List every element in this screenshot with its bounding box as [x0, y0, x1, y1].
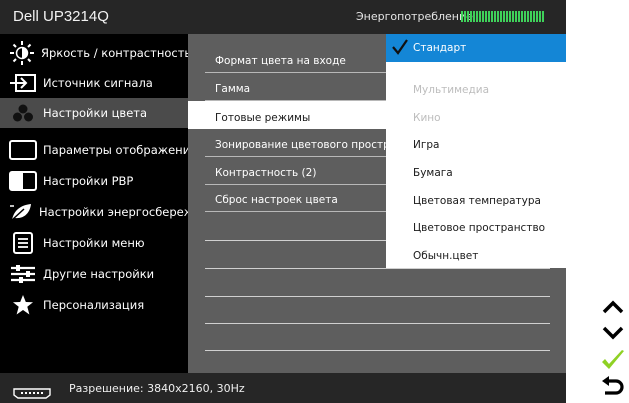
osd-header: Dell UP3214Q Энергопотребление	[0, 0, 566, 34]
sidebar-item-input-source[interactable]: Источник сигнала	[0, 68, 188, 98]
power-bar-segment	[494, 11, 496, 22]
input-source-icon	[9, 73, 37, 93]
brightness-icon	[9, 41, 35, 65]
pbp-icon	[9, 171, 37, 191]
power-bar-segment	[503, 11, 505, 22]
dropdown-item-label: Обычн.цвет	[413, 250, 479, 262]
submenu-item-label: Формат цвета на входе	[215, 55, 346, 67]
back-button[interactable]	[596, 375, 629, 402]
menu-icon	[9, 232, 37, 254]
display-port-icon	[13, 384, 51, 403]
power-bar-segment	[461, 11, 463, 22]
power-bar-segment	[491, 11, 493, 22]
dropdown-item-color-space[interactable]: Цветовое пространство	[386, 214, 566, 242]
sidebar-item-menu-settings[interactable]: Настройки меню	[0, 228, 188, 258]
up-button[interactable]	[596, 296, 629, 321]
chevron-up-icon	[601, 299, 625, 319]
sidebar-item-label: Параметры отображения	[43, 143, 198, 157]
divider	[205, 296, 550, 297]
power-bar-segment	[509, 11, 511, 22]
sidebar-item-label: Источник сигнала	[43, 76, 153, 90]
dropdown-item-label: Стандарт	[413, 42, 467, 54]
back-arrow-icon	[601, 375, 625, 402]
power-bar-segment	[512, 11, 514, 22]
power-bar-segment	[485, 11, 487, 22]
power-bar-segment	[479, 11, 481, 22]
submenu-item-label: Контрастность (2)	[215, 167, 317, 179]
power-bar-segment	[539, 11, 541, 22]
monitor-osd: Dell UP3214Q Энергопотребление Яркость /…	[0, 0, 566, 403]
power-bar-segment	[464, 11, 466, 22]
dropdown-item-custom-color[interactable]: Обычн.цвет	[386, 242, 566, 270]
power-bar-segment	[467, 11, 469, 22]
sidebar-item-brightness-contrast[interactable]: Яркость / контрастность	[0, 38, 192, 68]
star-icon	[9, 294, 37, 316]
submenu-item-label: Готовые режимы	[215, 112, 311, 124]
power-bar-segment	[518, 11, 520, 22]
resolution-text: Разрешение: 3840x2160, 30Hz	[69, 382, 245, 395]
dropdown-item-multimedia: Мультимедиа	[386, 76, 566, 104]
power-bar-segment	[524, 11, 526, 22]
display-icon	[9, 140, 37, 160]
sidebar-item-label: Яркость / контрастность	[41, 46, 192, 60]
dropdown-item-paper[interactable]: Бумага	[386, 159, 566, 187]
submenu-item-label: Гамма	[215, 83, 251, 95]
monitor-buttons	[596, 296, 629, 403]
sidebar-item-label: Персонализация	[43, 298, 145, 312]
submenu-item-label: Зонирование цветового простра	[215, 139, 397, 151]
power-bar-segment	[515, 11, 517, 22]
power-bar-segment	[482, 11, 484, 22]
dropdown-item-label: Игра	[413, 139, 440, 151]
sidebar-item-color-settings[interactable]: Настройки цвета	[0, 98, 188, 128]
power-bar-segment	[542, 11, 544, 22]
sidebar-item-energy-settings[interactable]: Настройки энергосбережения	[0, 197, 223, 227]
monitor-title: Dell UP3214Q	[13, 8, 109, 25]
dropdown-item-movie: Кино	[386, 104, 566, 132]
power-bar-segment	[521, 11, 523, 22]
dropdown-item-label: Цветовая температура	[413, 195, 541, 207]
power-bar-segment	[488, 11, 490, 22]
divider	[205, 323, 550, 324]
sidebar-item-label: Настройки меню	[43, 236, 145, 250]
dropdown-item-label: Бумага	[413, 167, 453, 179]
dropdown-item-label: Цветовое пространство	[413, 222, 546, 234]
sidebar-item-other-settings[interactable]: Другие настройки	[0, 259, 188, 289]
sidebar-item-label: Другие настройки	[43, 267, 155, 281]
power-bar-segment	[500, 11, 502, 22]
preset-modes-dropdown: Стандарт Мультимедиа Кино Игра Бумага Цв…	[386, 34, 566, 268]
divider	[205, 350, 550, 351]
color-settings-icon	[9, 103, 37, 123]
dropdown-item-game[interactable]: Игра	[386, 131, 566, 159]
power-bar-segment	[533, 11, 535, 22]
checkmark-icon	[600, 348, 626, 376]
dropdown-item-color-temperature[interactable]: Цветовая температура	[386, 187, 566, 215]
down-button[interactable]	[596, 322, 629, 347]
power-bar-segment	[527, 11, 529, 22]
power-bar-segment	[530, 11, 532, 22]
power-bar-segment	[470, 11, 472, 22]
power-label: Энергопотребление	[356, 10, 473, 23]
sidebar-item-pbp-settings[interactable]: Настройки PBP	[0, 166, 188, 196]
dropdown-item-standard[interactable]: Стандарт	[386, 34, 566, 62]
sidebar: Яркость / контрастность Источник сигнала	[0, 34, 223, 373]
sidebar-item-personalization[interactable]: Персонализация	[0, 290, 188, 320]
power-bar-segment	[497, 11, 499, 22]
energy-leaf-icon	[9, 202, 33, 222]
power-bar-segment	[536, 11, 538, 22]
sliders-icon	[9, 264, 37, 284]
checkmark-icon	[391, 38, 409, 59]
power-meter	[461, 11, 544, 22]
power-bar-segment	[473, 11, 475, 22]
dropdown-item-label: Кино	[413, 112, 441, 124]
dropdown-item-label: Мультимедиа	[413, 84, 490, 96]
sidebar-item-display-settings[interactable]: Параметры отображения	[0, 135, 197, 165]
confirm-button[interactable]	[596, 349, 629, 374]
power-bar-segment	[476, 11, 478, 22]
chevron-down-icon	[601, 325, 625, 345]
status-footer: Разрешение: 3840x2160, 30Hz	[0, 373, 566, 403]
sidebar-item-label: Настройки цвета	[43, 106, 148, 120]
power-bar-segment	[506, 11, 508, 22]
sidebar-item-label: Настройки PBP	[43, 174, 134, 188]
submenu-item-label: Сброс настроек цвета	[215, 194, 338, 206]
